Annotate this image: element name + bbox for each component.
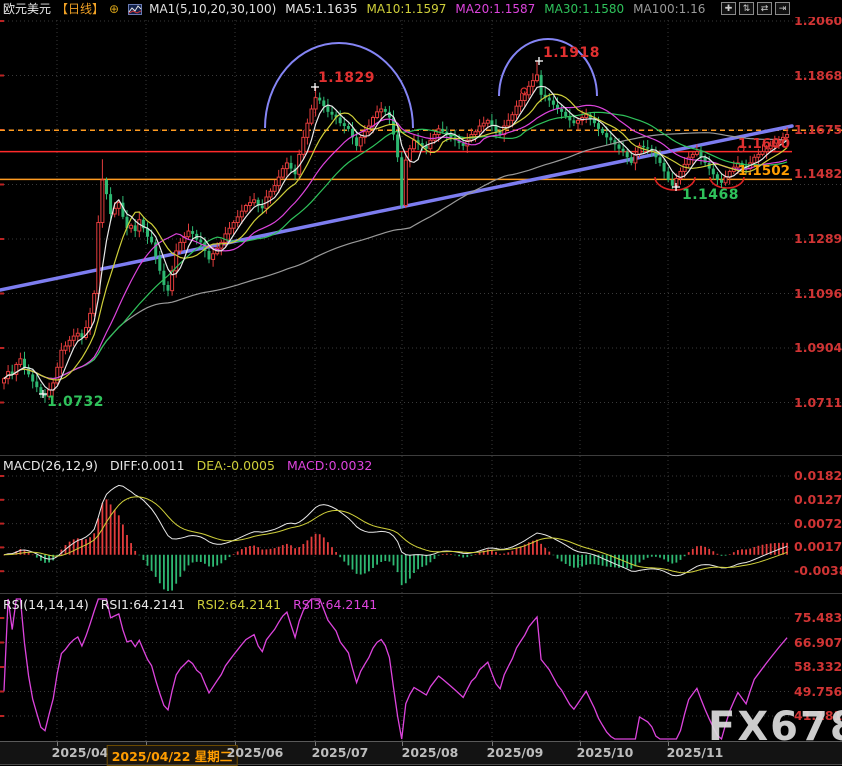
- chart-toolbar: ✚ ⇅ ⇄ ⇥: [721, 2, 790, 15]
- crosshair-tool-icon[interactable]: ✚: [721, 2, 736, 15]
- rsi3-value: RSI3:64.2141: [293, 597, 377, 612]
- chart-type-icon[interactable]: [128, 3, 142, 14]
- ma-settings-label: MA1(5,10,20,30,100): [149, 1, 276, 17]
- watermark: FX678: [708, 704, 842, 750]
- symbol-title: 欧元美元: [3, 1, 51, 17]
- rsi-legend: RSI(14,14,14) RSI1:64.2141 RSI2:64.2141 …: [3, 597, 377, 612]
- link-icon[interactable]: ⊕: [109, 1, 119, 17]
- panel-separator-2: [0, 593, 842, 594]
- date-label: 2025/10: [577, 745, 634, 760]
- rsi2-value: RSI2:64.2141: [197, 597, 281, 612]
- date-label: 2025/08: [402, 745, 459, 760]
- macd-title: MACD(26,12,9): [3, 458, 98, 473]
- ma5-value: MA5:1.1635: [285, 1, 357, 17]
- rsi1-value: RSI1:64.2141: [101, 597, 185, 612]
- date-label: 2025/09: [487, 745, 544, 760]
- macd-hist-value: MACD:0.0032: [287, 458, 372, 473]
- pan-right-tool-icon[interactable]: ⇥: [775, 2, 790, 15]
- macd-legend: MACD(26,12,9) DIFF:0.0011 DEA:-0.0005 MA…: [3, 458, 372, 473]
- ma100-value: MA100:1.16: [633, 1, 705, 17]
- ma30-value: MA30:1.1580: [544, 1, 624, 17]
- ma20-value: MA20:1.1587: [455, 1, 535, 17]
- chart-header: 欧元美元 【日线】 ⊕ MA1(5,10,20,30,100) MA5:1.16…: [0, 0, 842, 17]
- candles: [3, 61, 789, 403]
- x-scale-tool-icon[interactable]: ⇄: [757, 2, 772, 15]
- date-label: 2025/04: [52, 745, 109, 760]
- macd-dea-value: DEA:-0.0005: [197, 458, 275, 473]
- trading-app: 欧元美元 【日线】 ⊕ MA1(5,10,20,30,100) MA5:1.16…: [0, 0, 842, 766]
- chart-canvas[interactable]: [0, 0, 842, 766]
- panel-separator-1: [0, 455, 842, 456]
- timeframe-label[interactable]: 【日线】: [56, 1, 104, 17]
- y-scale-tool-icon[interactable]: ⇅: [739, 2, 754, 15]
- date-label: 2025/06: [227, 745, 284, 760]
- rsi-title: RSI(14,14,14): [3, 597, 89, 612]
- ma10-value: MA10:1.1597: [367, 1, 447, 17]
- date-label: 2025/07: [312, 745, 369, 760]
- date-label-selected: 2025/04/22 星期二: [107, 745, 238, 766]
- macd-diff-value: DIFF:0.0011: [110, 458, 185, 473]
